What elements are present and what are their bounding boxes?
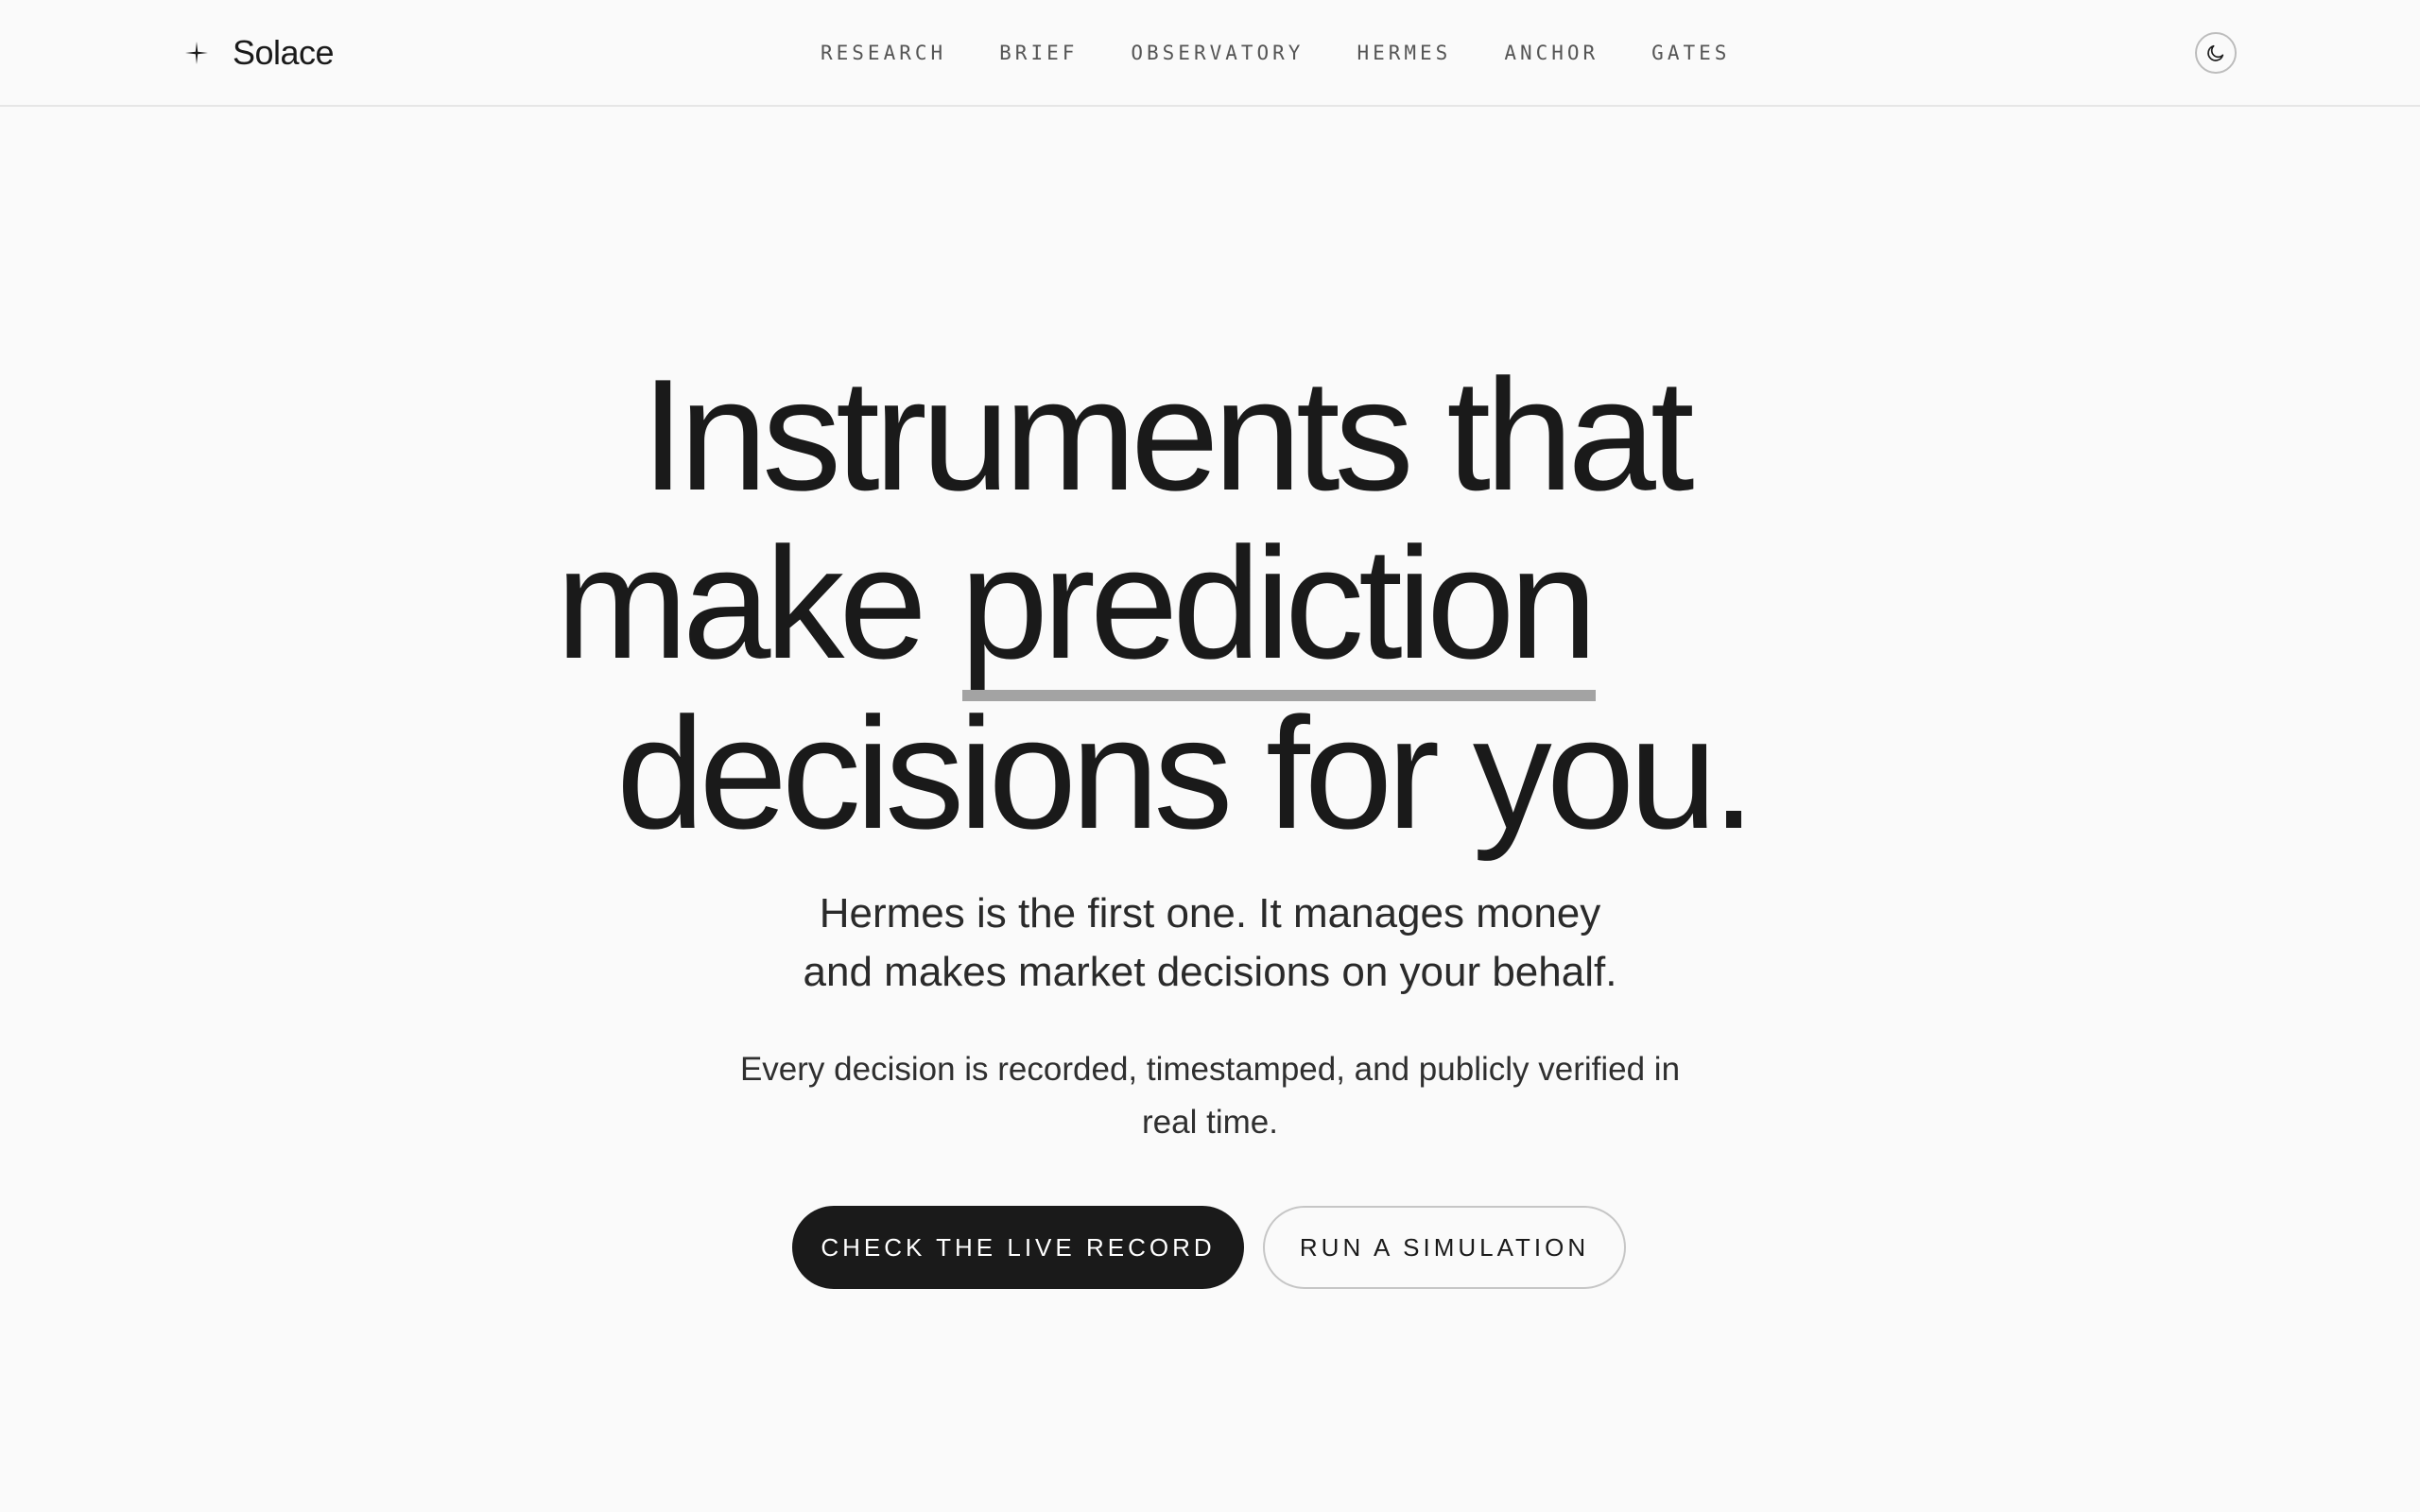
hero-subtitle: Hermes is the first one. It manages mone… <box>0 885 2420 1002</box>
headline-line-1: Instruments that <box>641 346 1695 524</box>
headline-highlight-word: prediction <box>960 518 1598 701</box>
check-live-record-button[interactable]: CHECK THE LIVE RECORD <box>792 1206 1244 1289</box>
brand-logo-link[interactable]: Solace <box>185 26 335 79</box>
sparkle-star-icon <box>185 42 208 64</box>
note-line-2: real time. <box>1142 1104 1278 1141</box>
hero-note: Every decision is recorded, timestamped,… <box>0 1043 2420 1149</box>
nav-item-observatory[interactable]: OBSERVATORY <box>1131 42 1304 64</box>
nav-item-anchor[interactable]: ANCHOR <box>1504 42 1599 64</box>
headline-line-2: make prediction <box>556 518 1598 701</box>
theme-toggle-button[interactable] <box>2195 32 2237 74</box>
subtitle-line-1: Hermes is the first one. It manages mone… <box>819 890 1601 936</box>
cta-row: CHECK THE LIVE RECORD RUN A SIMULATION <box>792 1206 1626 1289</box>
brand-name: Solace <box>233 33 335 72</box>
note-line-1: Every decision is recorded, timestamped,… <box>739 1051 1681 1088</box>
nav-item-research[interactable]: RESEARCH <box>821 42 946 64</box>
headline-highlight-text: prediction <box>959 514 1598 692</box>
nav-item-gates[interactable]: GATES <box>1651 42 1730 64</box>
headline-line-2-prefix: make <box>556 514 960 692</box>
top-navigation-bar: Solace RESEARCH BRIEF OBSERVATORY HERMES… <box>0 0 2420 107</box>
run-simulation-button[interactable]: RUN A SIMULATION <box>1263 1206 1626 1289</box>
nav-item-hermes[interactable]: HERMES <box>1357 42 1451 64</box>
moon-icon <box>2207 44 2224 61</box>
main-nav: RESEARCH BRIEF OBSERVATORY HERMES ANCHOR… <box>821 34 1730 72</box>
headline-line-3: decisions for you. <box>616 684 1755 862</box>
nav-item-brief[interactable]: BRIEF <box>999 42 1078 64</box>
subtitle-line-2: and makes market decisions on your behal… <box>803 949 1617 995</box>
